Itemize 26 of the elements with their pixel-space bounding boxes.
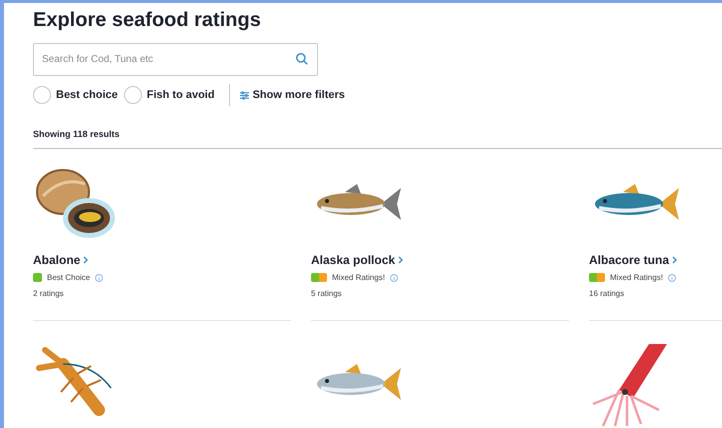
info-icon[interactable]	[390, 274, 398, 282]
ratings-count: 2 ratings	[33, 288, 64, 300]
search-field[interactable]: Search for Cod, Tuna etc	[33, 43, 318, 76]
best-choice-icon	[33, 273, 42, 282]
page-title: Explore seafood ratings	[33, 8, 261, 33]
mixed-ratings-icon	[589, 273, 605, 282]
mixed-ratings-icon	[311, 273, 327, 282]
search-icon[interactable]	[295, 52, 309, 66]
chevron-right-icon	[398, 256, 404, 264]
seafood-link[interactable]: Albacore tuna	[589, 250, 678, 268]
seafood-link[interactable]: Alaska pollock	[311, 250, 404, 268]
rating-label: Best Choice	[47, 272, 90, 284]
show-more-filters-button[interactable]: Show more filters	[240, 86, 345, 104]
seafood-link[interactable]: Abalone	[33, 250, 88, 268]
ratings-count: 16 ratings	[589, 288, 624, 300]
filter-radio[interactable]: Best choice	[33, 86, 118, 104]
filter-radio[interactable]: Fish to avoid	[124, 86, 215, 104]
results-count: Showing 118 results	[33, 128, 120, 141]
ratings-count: 5 ratings	[311, 288, 342, 300]
chevron-right-icon	[83, 256, 88, 264]
sliders-icon	[240, 90, 249, 100]
chevron-right-icon	[672, 256, 678, 264]
rating-label: Mixed Ratings!	[332, 272, 385, 284]
info-icon[interactable]	[95, 274, 104, 282]
rating-label: Mixed Ratings!	[610, 272, 663, 284]
info-icon[interactable]	[668, 274, 676, 282]
